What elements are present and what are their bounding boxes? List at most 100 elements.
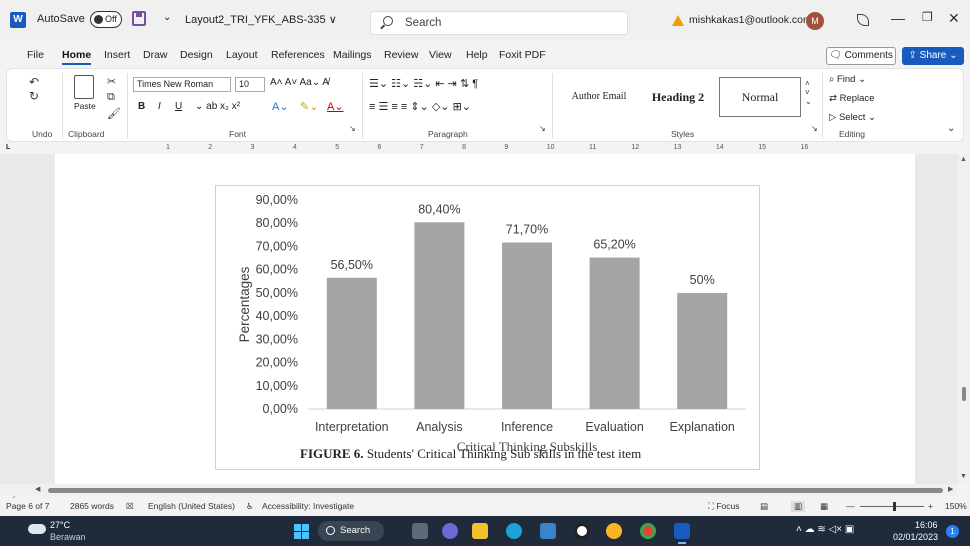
- horizontal-scroll-thumb[interactable]: [48, 488, 943, 493]
- find-button[interactable]: ⌕ Find ⌄: [829, 74, 866, 85]
- minimize-button[interactable]: —: [891, 10, 905, 26]
- styles-dialog-launcher-icon[interactable]: ↘: [811, 124, 818, 133]
- cut-icon[interactable]: ✂: [107, 75, 116, 88]
- search-input[interactable]: Search: [370, 11, 628, 35]
- tab-view[interactable]: View: [429, 49, 452, 61]
- language[interactable]: English (United States): [148, 501, 235, 511]
- paragraph-dialog-launcher-icon[interactable]: ↘: [539, 124, 546, 133]
- weather-temp[interactable]: 27°C: [50, 520, 70, 530]
- taskbar-search[interactable]: Search: [318, 521, 384, 541]
- accessibility-status[interactable]: Accessibility: Investigate: [262, 501, 354, 511]
- document-page[interactable]: 0,00% 10,00% 20,00% 30,00% 40,00% 50,00% 60,00…: [55, 154, 915, 484]
- share-button[interactable]: ⇪ Share ⌄: [902, 47, 964, 65]
- font-effects-icons[interactable]: ⌄ ab x₂ x²: [195, 101, 240, 112]
- scroll-down-icon[interactable]: ▼: [960, 473, 967, 480]
- style-author-email[interactable]: Author Email: [563, 77, 635, 117]
- save-icon[interactable]: [132, 11, 146, 26]
- font-size-select[interactable]: 10: [235, 77, 265, 92]
- zoom-in-button[interactable]: +: [928, 501, 933, 511]
- weather-icon[interactable]: [28, 524, 46, 534]
- weather-desc[interactable]: Berawan: [50, 532, 86, 542]
- document-title[interactable]: Layout2_TRI_YFK_ABS-335 ∨: [185, 13, 337, 26]
- alignment-icons[interactable]: ≡ ☰ ≡ ≡ ⇕⌄ ◇⌄ ⊞⌄: [369, 100, 471, 113]
- tab-foxit-pdf[interactable]: Foxit PDF: [499, 49, 546, 61]
- zoom-level[interactable]: 150%: [945, 501, 967, 511]
- text-effects-icon[interactable]: A⌄: [272, 100, 289, 113]
- tab-design[interactable]: Design: [180, 49, 213, 61]
- github-icon[interactable]: [574, 523, 590, 539]
- collapse-ribbon-icon[interactable]: ⌄: [947, 123, 955, 134]
- chrome-canary-icon[interactable]: [606, 523, 622, 539]
- font-name-select[interactable]: Times New Roman: [133, 77, 231, 92]
- vertical-scroll-thumb[interactable]: [962, 387, 966, 401]
- tab-file[interactable]: File: [27, 49, 44, 61]
- store-icon[interactable]: [540, 523, 556, 539]
- style-heading-2[interactable]: Heading 2: [641, 77, 715, 117]
- web-layout-icon[interactable]: ▦: [820, 501, 828, 512]
- paste-label[interactable]: Paste: [74, 101, 96, 111]
- zoom-out-button[interactable]: —: [846, 501, 855, 511]
- proofing-icon[interactable]: ☒: [126, 501, 134, 512]
- undo-icon[interactable]: ↶: [29, 75, 39, 89]
- autosave-toggle[interactable]: Off: [90, 11, 122, 28]
- comments-button[interactable]: 🗨 Comments: [826, 47, 896, 65]
- tab-draw[interactable]: Draw: [143, 49, 168, 61]
- tab-insert[interactable]: Insert: [104, 49, 130, 61]
- tab-layout[interactable]: Layout: [226, 49, 258, 61]
- accessibility-icon[interactable]: ♿: [246, 501, 254, 512]
- paste-icon[interactable]: [74, 75, 94, 99]
- tab-help[interactable]: Help: [466, 49, 488, 61]
- clock-time[interactable]: 16:06: [915, 520, 938, 530]
- highlight-icon[interactable]: ✎⌄: [300, 100, 318, 113]
- print-layout-icon[interactable]: ▥: [791, 501, 806, 512]
- format-painter-icon[interactable]: 🖌: [107, 107, 121, 120]
- redo-icon[interactable]: ↻: [29, 89, 39, 103]
- designer-pen-icon[interactable]: [857, 14, 869, 26]
- tray-icons[interactable]: ˄ ☁ ≋ ◁× ▣: [796, 524, 854, 535]
- focus-button[interactable]: ⛶ Focus: [708, 501, 739, 512]
- word-taskbar-icon[interactable]: [674, 523, 690, 539]
- tab-selector-icon[interactable]: L: [6, 144, 10, 151]
- copy-icon[interactable]: ⧉: [107, 91, 115, 104]
- tab-references[interactable]: References: [271, 49, 325, 61]
- clock-date[interactable]: 02/01/2023: [893, 532, 938, 542]
- zoom-slider[interactable]: [860, 506, 924, 507]
- scroll-right-icon[interactable]: ▶: [948, 485, 953, 493]
- grow-font-icon[interactable]: A˄ A˅ Aa⌄ A̸: [270, 77, 329, 88]
- tab-review[interactable]: Review: [384, 49, 418, 61]
- file-explorer-icon[interactable]: [472, 523, 488, 539]
- word-count[interactable]: 2865 words: [70, 501, 114, 511]
- read-mode-icon[interactable]: ▤: [760, 501, 768, 512]
- chart-frame[interactable]: 0,00% 10,00% 20,00% 30,00% 40,00% 50,00% 60,00…: [215, 185, 760, 470]
- page-count[interactable]: Page 6 of 7: [6, 501, 49, 511]
- style-normal[interactable]: Normal: [719, 77, 801, 117]
- zoom-slider-thumb[interactable]: [893, 502, 896, 511]
- edge-icon[interactable]: [506, 523, 522, 539]
- notification-badge[interactable]: 1: [946, 525, 959, 538]
- font-color-icon[interactable]: A⌄: [327, 100, 344, 113]
- close-button[interactable]: ✕: [948, 10, 960, 27]
- start-icon[interactable]: [294, 524, 309, 539]
- italic-icon[interactable]: I: [158, 101, 161, 112]
- list-icons[interactable]: ☰⌄ ☷⌄ ☵⌄ ⇤ ⇥ ⇅ ¶: [369, 77, 478, 90]
- scroll-left-icon[interactable]: ◀: [35, 485, 40, 493]
- teams-icon[interactable]: [442, 523, 458, 539]
- chrome-icon[interactable]: [640, 523, 656, 539]
- tab-mailings[interactable]: Mailings: [333, 49, 372, 61]
- horizontal-ruler[interactable]: L 1 2 3 4 5 6 7 8 9 10 11 12 13 14 15 16: [0, 144, 970, 154]
- vertical-scrollbar[interactable]: [958, 154, 970, 484]
- styles-scroll-icon[interactable]: ˄ ˅ ⌄: [805, 79, 812, 106]
- warning-icon[interactable]: [672, 15, 684, 26]
- restore-button[interactable]: ❐: [922, 10, 933, 24]
- avatar[interactable]: M: [806, 12, 824, 30]
- select-button[interactable]: ▷ Select ⌄: [829, 112, 876, 123]
- account-email[interactable]: mishkakas1@outlook.com: [689, 14, 812, 26]
- replace-button[interactable]: ⇄ Replace: [829, 93, 874, 104]
- font-dialog-launcher-icon[interactable]: ↘: [349, 124, 356, 133]
- scroll-up-icon[interactable]: ▲: [960, 156, 967, 163]
- tab-home[interactable]: Home: [62, 49, 92, 65]
- task-view-icon[interactable]: [412, 523, 428, 539]
- underline-icon[interactable]: U: [175, 101, 182, 112]
- bold-icon[interactable]: B: [138, 101, 145, 112]
- quick-access-more-icon[interactable]: ⌄: [163, 12, 171, 23]
